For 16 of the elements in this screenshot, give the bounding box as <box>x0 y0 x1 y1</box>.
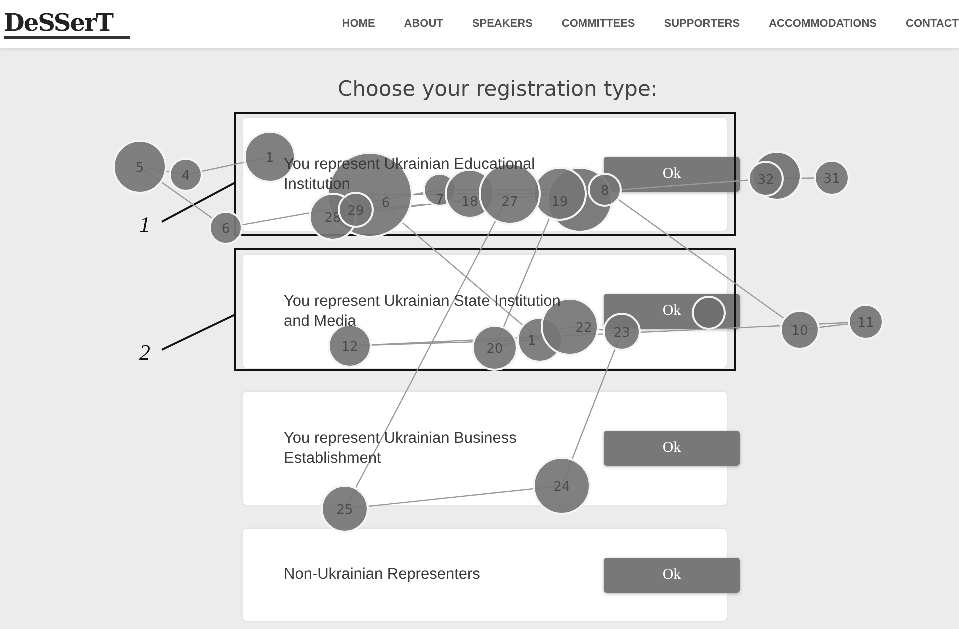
ok-button[interactable]: Ok <box>604 431 740 466</box>
ok-button[interactable]: Ok <box>604 157 740 192</box>
nav-link[interactable]: ACCOMMODATIONS <box>769 18 878 30</box>
option-label: Non-Ukrainian Representers <box>284 565 480 585</box>
site-logo[interactable]: DeSSerT <box>4 10 130 38</box>
nav-link[interactable]: CONTACT <box>906 18 959 30</box>
option-label: You represent Ukrainian Business Establishment <box>284 428 518 468</box>
nav-link[interactable]: ABOUT <box>404 18 444 30</box>
nav-link[interactable]: HOME <box>342 18 376 30</box>
nav-link[interactable]: COMMITTEES <box>562 18 636 30</box>
nav-link[interactable]: SPEAKERS <box>472 18 533 30</box>
nav-link[interactable]: SUPPORTERS <box>664 18 740 30</box>
page-heading: Choose your registration type: <box>337 77 659 101</box>
callout-number: 2 <box>140 340 150 365</box>
callout-number: 1 <box>140 212 150 237</box>
ok-button[interactable]: Ok <box>604 558 740 592</box>
